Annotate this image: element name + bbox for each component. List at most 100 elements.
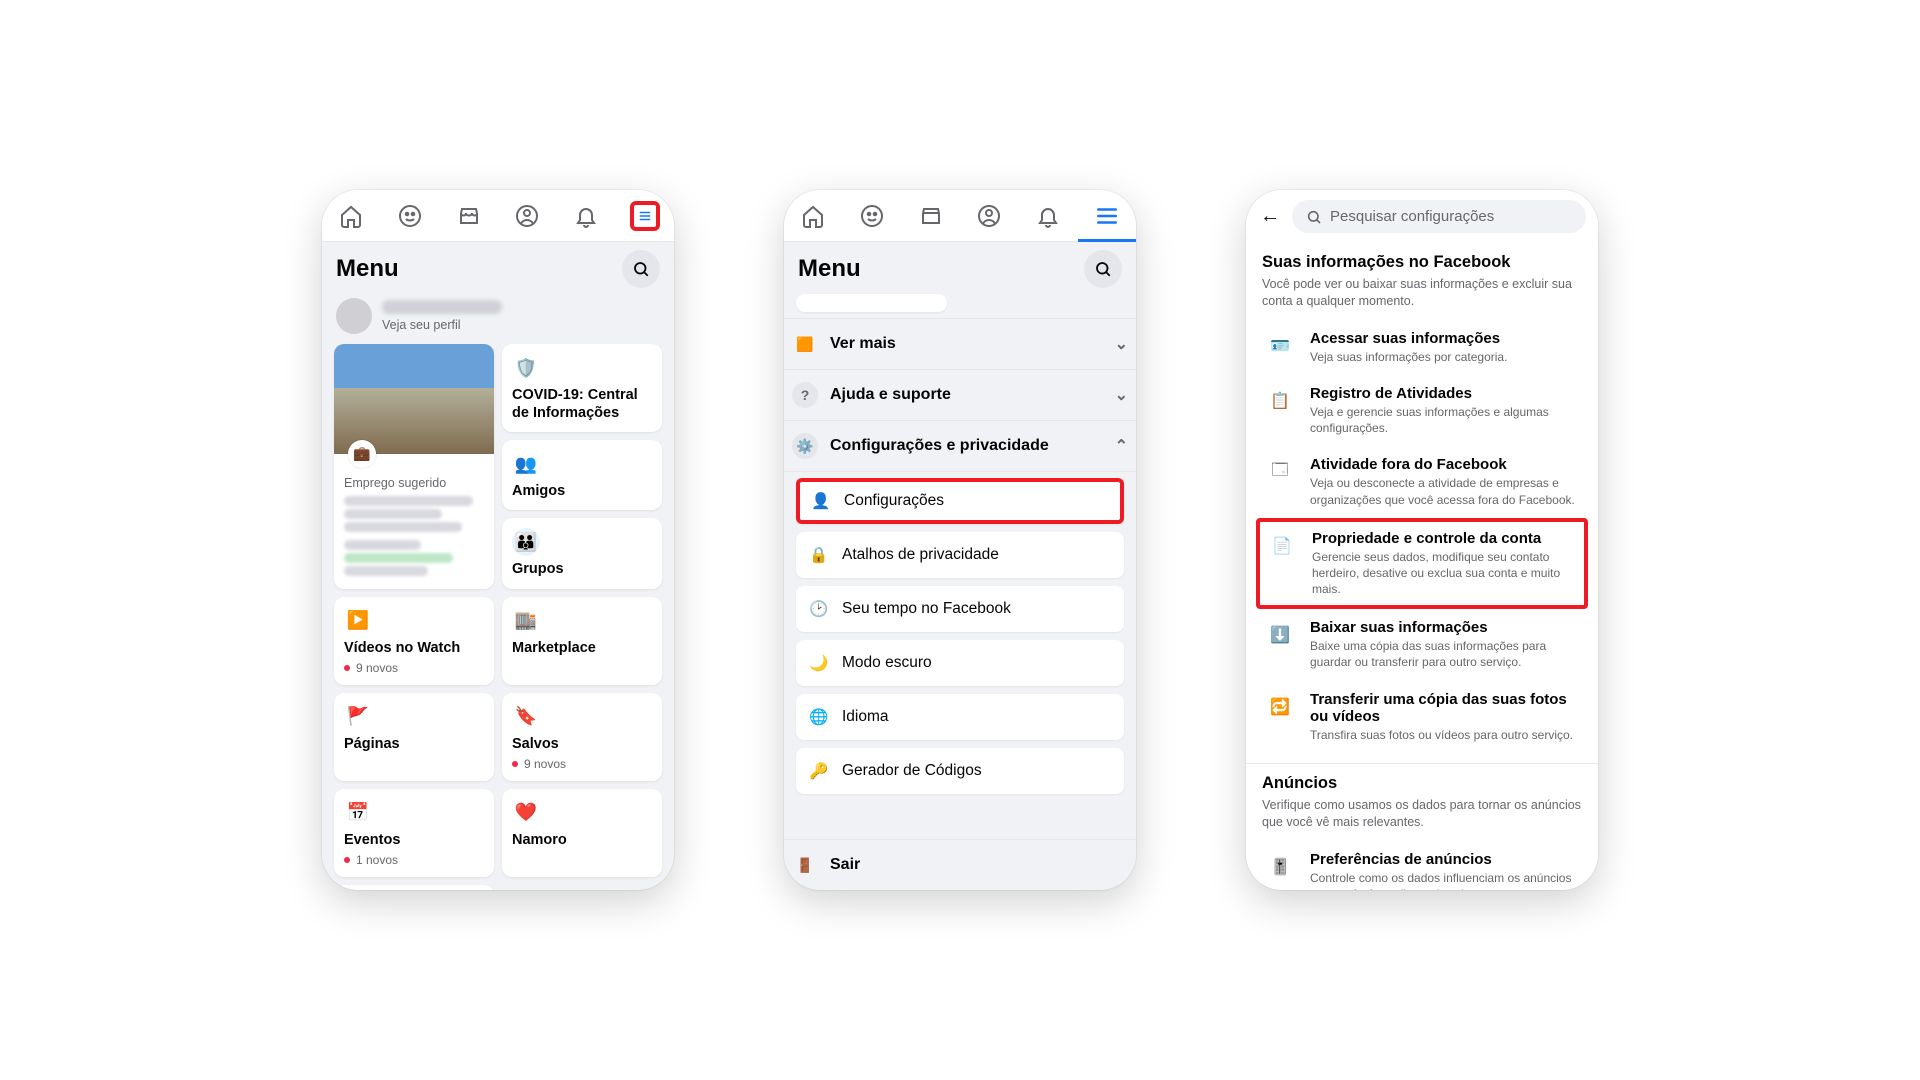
top-nav — [784, 190, 1136, 242]
item-desc: Baixe uma cópia das suas informações par… — [1310, 638, 1580, 670]
row-label: Idioma — [842, 708, 889, 726]
download-icon: ⬇️ — [1264, 619, 1296, 651]
your-time-row[interactable]: 🕑 Seu tempo no Facebook — [796, 586, 1124, 632]
friends-icon[interactable] — [397, 203, 423, 229]
gear-icon: ⚙️ — [792, 433, 818, 459]
menu-title: Menu — [336, 255, 399, 283]
bell-icon[interactable] — [573, 203, 599, 229]
saved-card[interactable]: 🔖 Salvos 9 novos — [502, 693, 662, 781]
search-button[interactable] — [1084, 250, 1122, 288]
privacy-shortcuts-row[interactable]: 🔒 Atalhos de privacidade — [796, 532, 1124, 578]
covid-card[interactable]: 🛡️ COVID-19: Central de Informações — [502, 344, 662, 432]
search-button[interactable] — [622, 250, 660, 288]
item-desc: Veja e gerencie suas informações e algum… — [1310, 404, 1580, 436]
section-title: Anúncios — [1262, 774, 1582, 793]
suggested-title: Emprego sugerido — [344, 476, 484, 490]
help-icon: ? — [792, 382, 818, 408]
groups-icon: 👪 — [512, 528, 540, 556]
partial-card — [784, 294, 1136, 318]
suggested-job-card[interactable]: 💼 Emprego sugerido — [334, 344, 494, 589]
divider — [1246, 763, 1598, 764]
marketplace-icon[interactable] — [456, 203, 482, 229]
item-desc: Veja ou desconecte a atividade de empres… — [1310, 475, 1580, 507]
search-icon — [1306, 209, 1322, 225]
back-arrow-icon[interactable]: ← — [1258, 201, 1282, 232]
pages-card[interactable]: 🚩 Páginas — [334, 693, 494, 781]
friends-card[interactable]: 👥 Amigos — [502, 440, 662, 510]
ad-preferences-item[interactable]: 🎚️ Preferências de anúncios Controle como… — [1262, 841, 1582, 890]
download-info-item[interactable]: ⬇️ Baixar suas informações Baixe uma cópi… — [1262, 609, 1582, 680]
marketplace-card-icon: 🏬 — [512, 607, 540, 635]
search-input[interactable]: Pesquisar configurações — [1292, 200, 1586, 233]
see-more-row[interactable]: 🟧 Ver mais ⌄ — [784, 318, 1136, 369]
row-label: Seu tempo no Facebook — [842, 600, 1011, 618]
groups-card[interactable]: 👪 Grupos — [502, 518, 662, 588]
events-card[interactable]: 📅 Eventos 1 novos — [334, 789, 494, 877]
row-label: Configurações — [844, 492, 944, 510]
profile-icon[interactable] — [514, 203, 540, 229]
profile-name-blurred — [382, 300, 502, 314]
friends-icon[interactable] — [859, 203, 885, 229]
bell-icon[interactable] — [1035, 203, 1061, 229]
dark-mode-row[interactable]: 🌙 Modo escuro — [796, 640, 1124, 686]
item-title: Registro de Atividades — [1310, 385, 1580, 402]
clock-icon: 🕑 — [808, 598, 830, 620]
item-title: Preferências de anúncios — [1310, 851, 1580, 868]
videos-card[interactable]: ▶️ Vídeos no Watch 9 novos — [334, 597, 494, 685]
sliders-icon: 🎚️ — [1264, 851, 1296, 883]
moon-icon: 🌙 — [808, 652, 830, 674]
chevron-down-icon: ⌄ — [1115, 334, 1128, 354]
home-icon[interactable] — [800, 203, 826, 229]
menu-title: Menu — [798, 255, 861, 283]
section-desc: Verifique como usamos os dados para torn… — [1262, 797, 1582, 831]
settings-privacy-row[interactable]: ⚙️ Configurações e privacidade ⌃ — [784, 420, 1136, 472]
profile-icon[interactable] — [976, 203, 1002, 229]
section-desc: Você pode ver ou baixar suas informações… — [1262, 276, 1582, 310]
list-icon: 📋 — [1264, 385, 1296, 417]
row-label: Atalhos de privacidade — [842, 546, 999, 564]
code-generator-row[interactable]: 🔑 Gerador de Códigos — [796, 748, 1124, 794]
marketplace-icon[interactable] — [918, 203, 944, 229]
card-label: Salvos — [512, 735, 652, 753]
dating-card[interactable]: ❤️ Namoro — [502, 789, 662, 877]
logout-icon: 🚪 — [792, 852, 818, 878]
document-icon: 📄 — [1266, 530, 1298, 562]
card-sub: 9 novos — [512, 757, 652, 771]
saved-icon: 🔖 — [512, 703, 540, 731]
language-row[interactable]: 🌐 Idioma — [796, 694, 1124, 740]
chevron-down-icon: ⌄ — [1115, 385, 1128, 405]
lock-icon: 🔒 — [808, 544, 830, 566]
settings-icon: 👤 — [810, 490, 832, 512]
card-label: Marketplace — [512, 639, 652, 657]
gaming-card-partial[interactable]: 🎮 — [334, 885, 494, 890]
card-label: Vídeos no Watch — [344, 639, 484, 657]
settings-header: ← Pesquisar configurações — [1246, 190, 1598, 243]
phone-screen-1: Menu Veja seu perfil 💼 Emprego sugerido — [322, 190, 674, 890]
off-facebook-item[interactable]: 🗔 Atividade fora do FacebookVeja ou desc… — [1262, 446, 1582, 517]
home-icon[interactable] — [338, 203, 364, 229]
row-label: Gerador de Códigos — [842, 762, 982, 780]
access-info-item[interactable]: 🪪 Acessar suas informaçõesVeja suas info… — [1262, 320, 1582, 375]
friends-card-icon: 👥 — [512, 450, 540, 478]
section-title: Suas informações no Facebook — [1262, 253, 1582, 272]
item-desc: Gerencie seus dados, modifique seu conta… — [1312, 549, 1578, 598]
settings-list: 👤 Configurações 🔒 Atalhos de privacidade… — [784, 472, 1136, 806]
item-desc: Controle como os dados influenciam os an… — [1310, 870, 1580, 890]
item-desc: Veja suas informações por categoria. — [1310, 349, 1507, 365]
flag-icon: 🚩 — [344, 703, 372, 731]
settings-row[interactable]: 👤 Configurações — [796, 478, 1124, 524]
transfer-photos-item[interactable]: 🔁 Transferir uma cópia das suas fotos ou… — [1262, 681, 1582, 753]
logout-row[interactable]: 🚪 Sair — [784, 839, 1136, 890]
heart-icon: ❤️ — [512, 799, 540, 827]
row-label: Configurações e privacidade — [830, 437, 1049, 455]
activity-log-item[interactable]: 📋 Registro de Atividades Veja e gerencie … — [1262, 375, 1582, 446]
row-label: Ver mais — [830, 335, 896, 353]
hamburger-menu-icon[interactable] — [1094, 203, 1120, 229]
hamburger-menu-icon[interactable] — [632, 203, 658, 229]
account-ownership-item[interactable]: 📄 Propriedade e controle da contaGerenci… — [1256, 518, 1588, 610]
help-support-row[interactable]: ? Ajuda e suporte ⌄ — [784, 369, 1136, 420]
item-title: Baixar suas informações — [1310, 619, 1580, 636]
profile-row[interactable]: Veja seu perfil — [322, 294, 674, 344]
marketplace-card[interactable]: 🏬 Marketplace — [502, 597, 662, 685]
item-desc: Transfira suas fotos ou vídeos para outr… — [1310, 727, 1580, 743]
